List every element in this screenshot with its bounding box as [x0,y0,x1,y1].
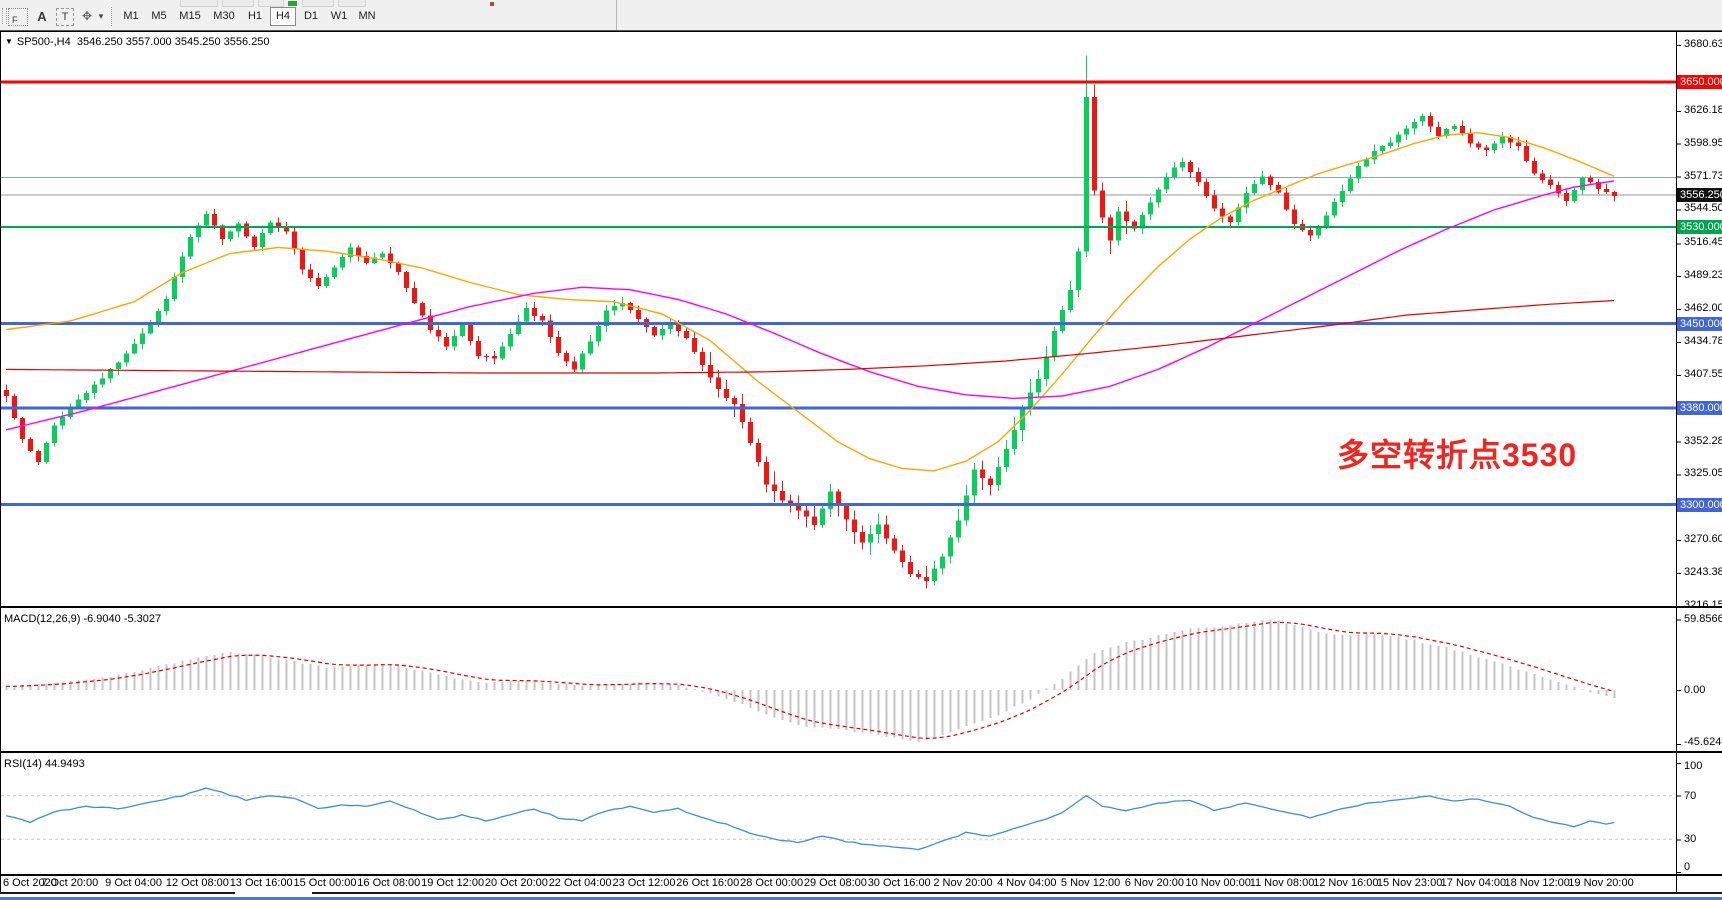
date-axis-label: 23 Oct 12:00 [613,877,676,889]
date-axis-label: 11 Nov 08:00 [1250,877,1315,889]
price-axis-label: 3598.955 [1684,137,1722,149]
symbol-info-bar[interactable]: ▼ SP500-,H4 3546.250 3557.000 3545.250 35… [5,36,270,48]
price-axis-label: 3571.730 [1684,170,1722,182]
macd-axis-label: 59.8566 [1684,613,1722,625]
macd-pane-label: MACD(12,26,9) -6.9040 -5.3027 [4,613,161,625]
date-axis-label: 12 Oct 08:00 [166,877,229,889]
price-axis-label: 3462.005 [1684,302,1722,314]
price-line-badge: 3450.000 [1677,317,1722,331]
date-axis-label: 15 Nov 23:00 [1377,877,1442,889]
price-axis-label: 3352.280 [1684,435,1722,447]
date-axis-label: 13 Oct 16:00 [230,877,293,889]
date-axis-label: 15 Oct 00:00 [294,877,357,889]
date-axis-label: 29 Oct 08:00 [804,877,867,889]
rsi-axis-label: 30 [1684,833,1696,845]
price-axis-label: 3407.555 [1684,368,1722,380]
annotation-text: 多空转折点3530 [1337,430,1577,476]
date-axis-label: 6 Nov 20:00 [1125,877,1184,889]
price-line-badge: 3530.000 [1677,220,1722,234]
price-axis-label: 3516.455 [1684,236,1722,248]
rsi-pane-label: RSI(14) 44.9493 [4,758,85,770]
price-axis-label: 3544.505 [1684,202,1722,214]
date-axis-label: 19 Oct 12:00 [421,877,484,889]
symbol-dropdown-icon[interactable]: ▼ [5,37,13,46]
date-axis-label: 28 Oct 00:00 [740,877,803,889]
price-line-badge: 3556.250 [1677,188,1722,202]
price-axis-label: 3325.055 [1684,467,1722,479]
date-axis-label: 22 Oct 04:00 [549,877,612,889]
date-axis-label: 20 Oct 20:00 [485,877,548,889]
trading-app-window: F A T ✥ ▾ M1M5M15M30H1H4D1W1MN [0,0,1722,900]
price-axis-label: 3434.780 [1684,335,1722,347]
rsi-axis-label: 70 [1684,790,1696,802]
macd-axis-label: 0.00 [1684,684,1705,696]
date-axis-label: 10 Nov 00:00 [1185,877,1250,889]
price-axis-label: 3243.380 [1684,566,1722,578]
date-axis-label: 16 Oct 08:00 [357,877,420,889]
date-axis-label: 26 Oct 16:00 [676,877,739,889]
date-axis-label: 18 Nov 12:00 [1504,877,1569,889]
price-axis-label: 3626.180 [1684,104,1722,116]
symbol-ohlc-values: 3546.250 3557.000 3545.250 3556.250 [77,36,270,48]
rsi-axis-label: 0 [1684,861,1690,873]
rsi-axis-label: 100 [1684,760,1702,772]
price-axis-label: 3270.605 [1684,533,1722,545]
price-axis-label: 3489.230 [1684,269,1722,281]
date-axis-label: 12 Nov 16:00 [1313,877,1378,889]
date-axis-label: 30 Oct 16:00 [868,877,931,889]
date-axis-label: 4 Nov 04:00 [997,877,1056,889]
date-axis-label: 2 Nov 20:00 [933,877,992,889]
symbol-name: SP500-,H4 [17,36,71,48]
date-axis-label: 5 Nov 12:00 [1061,877,1120,889]
date-axis-label: 19 Nov 20:00 [1568,877,1633,889]
price-axis-label: 3680.630 [1684,38,1722,50]
price-line-badge: 3300.000 [1677,498,1722,512]
price-line-badge: 3380.000 [1677,401,1722,415]
date-axis-label: 7 Oct 20:00 [41,877,98,889]
date-axis-label: 9 Oct 04:00 [105,877,162,889]
date-axis-label: 17 Nov 04:00 [1441,877,1506,889]
macd-axis-label: -45.6249 [1684,736,1722,748]
price-axis-label: 3216.155 [1684,599,1722,611]
price-line-badge: 3650.000 [1677,75,1722,89]
